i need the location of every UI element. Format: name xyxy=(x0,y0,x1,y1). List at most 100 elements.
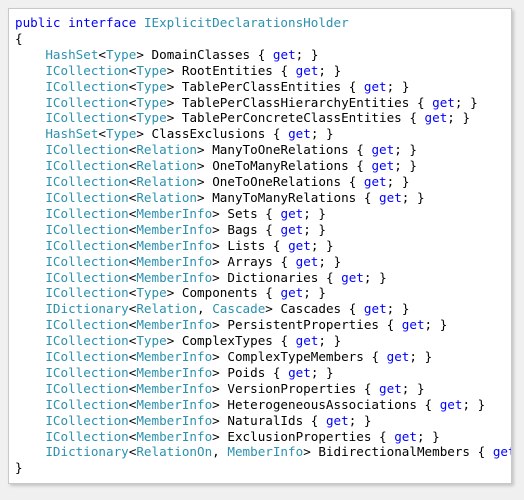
keyword-get: get xyxy=(288,237,311,253)
code-line-member: ICollection<Type> ComplexTypes { get; } xyxy=(15,333,511,349)
keyword-get: get xyxy=(272,46,296,62)
code-line-member: ICollection<MemberInfo> ExclusionPropert… xyxy=(15,429,511,445)
code-line-member: ICollection<MemberInfo> Sets { get; } xyxy=(15,206,511,222)
accessor-semicolon: ; xyxy=(318,62,326,78)
accessor-open-brace: { xyxy=(280,253,289,269)
generic-close-bracket: > xyxy=(136,126,144,142)
code-line-member: ICollection<Type> TablePerConcreteClassE… xyxy=(15,110,511,126)
code-snippet-card: public interface IExplicitDeclarationsHo… xyxy=(8,8,512,484)
member-container-type: ICollection xyxy=(45,380,129,396)
keyword-get: get xyxy=(379,380,402,396)
generic-close-bracket: > xyxy=(166,110,175,126)
accessor-close-brace: } xyxy=(310,46,319,62)
accessor-close-brace: } xyxy=(462,110,471,126)
accessor-open-brace: { xyxy=(280,62,289,78)
generic-close-bracket: > xyxy=(212,205,220,221)
code-line-member: ICollection<Type> TablePerClassEntities … xyxy=(15,79,511,95)
code-line-member: HashSet<Type> ClassExclusions { get; } xyxy=(15,126,511,142)
member-container-type: ICollection xyxy=(45,94,129,110)
accessor-open-brace: { xyxy=(348,301,357,317)
code-line-member: IDictionary<RelationOn, MemberInfo> Bidi… xyxy=(15,444,511,460)
member-container-type: IDictionary xyxy=(45,301,129,317)
generic-close-bracket: > xyxy=(212,349,220,365)
member-container-type: ICollection xyxy=(45,317,129,333)
member-property-name: ComplexTypes xyxy=(181,333,273,349)
generic-close-bracket: > xyxy=(212,269,220,285)
accessor-semicolon: ; xyxy=(348,412,357,428)
accessor-open-brace: { xyxy=(265,285,273,301)
code-line-member: HashSet<Type> DomainClasses { get; } xyxy=(15,47,511,63)
accessor-open-brace: { xyxy=(348,78,357,94)
member-container-type: ICollection xyxy=(45,428,129,444)
member-property-name: ManyToOneRelations xyxy=(212,142,349,158)
accessor-semicolon: ; xyxy=(462,396,471,412)
code-line-member: ICollection<MemberInfo> NaturalIds { get… xyxy=(15,413,511,429)
generic-close-bracket: > xyxy=(197,142,205,158)
keyword-get: get xyxy=(341,269,364,285)
member-property-name: RootEntities xyxy=(181,62,273,78)
member-property-name: Lists xyxy=(227,237,266,253)
generic-close-bracket: > xyxy=(166,285,175,301)
generic-comma: , xyxy=(197,301,205,317)
member-container-type: ICollection xyxy=(45,158,129,174)
interface-name: IExplicitDeclarationsHolder xyxy=(143,15,349,30)
generic-close-bracket: > xyxy=(212,380,220,396)
keyword-get: get xyxy=(439,396,463,412)
accessor-semicolon: ; xyxy=(303,205,311,221)
generic-type-argument: MemberInfo xyxy=(136,380,213,396)
member-property-name: Bags xyxy=(227,221,258,237)
generic-close-bracket: > xyxy=(265,301,273,317)
member-property-name: Sets xyxy=(227,205,258,221)
accessor-open-brace: { xyxy=(409,110,417,126)
code-block[interactable]: public interface IExplicitDeclarationsHo… xyxy=(9,9,511,476)
generic-type-argument: Type xyxy=(106,46,137,62)
generic-type-argument: Relation xyxy=(136,142,198,158)
generic-type-argument: MemberInfo xyxy=(136,317,213,333)
generic-close-bracket: > xyxy=(166,333,175,349)
accessor-close-brace: } xyxy=(379,269,387,285)
code-line-member: ICollection<MemberInfo> Lists { get; } xyxy=(15,238,511,254)
generic-comma: , xyxy=(212,444,220,460)
member-container-type: ICollection xyxy=(45,285,129,301)
code-line-member: ICollection<MemberInfo> Bags { get; } xyxy=(15,222,511,238)
generic-close-bracket: > xyxy=(166,78,175,94)
accessor-close-brace: } xyxy=(432,428,440,444)
generic-type-argument: Cascade xyxy=(212,301,266,317)
accessor-semicolon: ; xyxy=(416,428,425,444)
accessor-semicolon: ; xyxy=(401,189,410,205)
accessor-open-brace: { xyxy=(325,269,334,285)
accessor-close-brace: } xyxy=(416,380,425,396)
keyword-get: get xyxy=(371,142,395,158)
code-line-member: ICollection<MemberInfo> HeterogeneousAss… xyxy=(15,397,511,413)
generic-close-bracket: > xyxy=(136,46,144,62)
accessor-semicolon: ; xyxy=(303,285,311,301)
accessor-semicolon: ; xyxy=(386,174,395,190)
code-line-member: ICollection<Type> RootEntities { get; } xyxy=(15,63,511,79)
generic-type-argument: MemberInfo xyxy=(136,205,213,221)
accessor-open-brace: { xyxy=(272,237,281,253)
generic-type-argument: MemberInfo xyxy=(136,253,213,269)
accessor-close-brace: } xyxy=(470,94,478,110)
member-container-type: ICollection xyxy=(45,110,129,126)
accessor-open-brace: { xyxy=(356,142,364,158)
generic-type-argument: Type xyxy=(136,110,167,126)
generic-type-argument: Type xyxy=(136,94,167,110)
generic-type-argument: Relation xyxy=(136,158,198,174)
code-line-declaration: public interface IExplicitDeclarationsHo… xyxy=(15,15,511,31)
accessor-semicolon: ; xyxy=(394,158,402,174)
keyword-get: get xyxy=(288,126,311,142)
code-line-open-brace: { xyxy=(15,31,511,47)
accessor-close-brace: } xyxy=(477,396,486,412)
accessor-semicolon: ; xyxy=(454,94,463,110)
member-container-type: ICollection xyxy=(45,364,129,380)
code-line-member: ICollection<Type> TablePerClassHierarchy… xyxy=(15,95,511,111)
generic-type-argument: Type xyxy=(136,333,167,349)
accessor-semicolon: ; xyxy=(318,253,326,269)
accessor-semicolon: ; xyxy=(303,221,311,237)
member-property-name: TablePerConcreteClassEntities xyxy=(181,110,402,126)
accessor-semicolon: ; xyxy=(310,237,319,253)
generic-type-argument: MemberInfo xyxy=(136,237,213,253)
member-property-name: TablePerClassEntities xyxy=(181,78,342,94)
accessor-close-brace: } xyxy=(424,349,433,365)
accessor-semicolon: ; xyxy=(295,46,304,62)
